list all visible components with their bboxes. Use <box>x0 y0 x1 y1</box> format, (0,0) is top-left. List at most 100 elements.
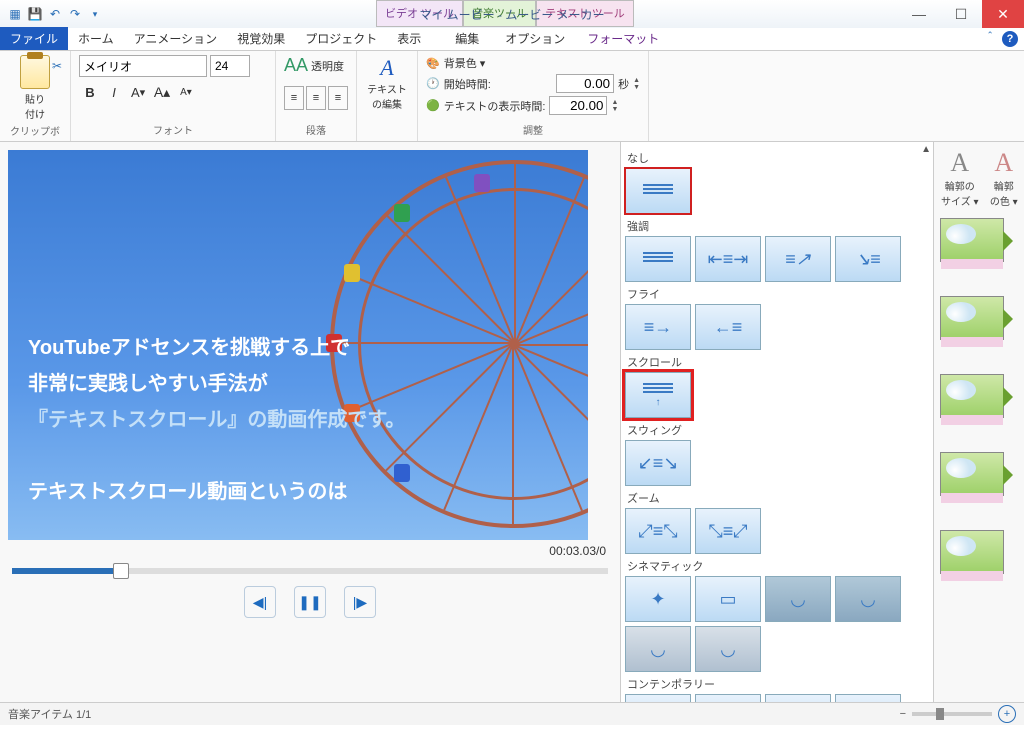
next-frame-button[interactable]: |▶ <box>344 586 376 618</box>
status-text: 音楽アイテム 1/1 <box>8 706 91 722</box>
effect-item[interactable]: ▭ <box>695 576 761 622</box>
italic-button[interactable]: I <box>103 81 125 103</box>
overlay-line-4: テキストスクロール動画というのは <box>28 474 405 510</box>
shrink-font-button[interactable]: A▾ <box>175 81 197 103</box>
effect-item[interactable]: ≡← <box>765 694 831 702</box>
start-time-input[interactable] <box>556 74 614 93</box>
start-time-spinner[interactable]: ▲▼ <box>633 77 640 91</box>
effect-item[interactable] <box>625 236 691 282</box>
zoom-in-button[interactable]: + <box>998 705 1016 723</box>
effect-item[interactable]: ◡ <box>625 626 691 672</box>
effect-item[interactable]: ⤡≡⤢ <box>695 508 761 554</box>
scrub-bar[interactable] <box>12 568 608 574</box>
effect-item[interactable]: ⇤≡⇥ <box>695 236 761 282</box>
effect-item[interactable]: ↘≡ <box>835 236 901 282</box>
duration-spinner[interactable]: ▲▼ <box>611 99 618 113</box>
effect-cat-swing: スウィング <box>627 422 927 438</box>
playback-controls: ◀| ❚❚ |▶ <box>8 586 612 618</box>
minimize-button[interactable]: — <box>898 0 940 28</box>
effect-item[interactable]: ≡ <box>695 694 761 702</box>
effect-item[interactable]: ↓≡ <box>625 694 691 702</box>
tab-file[interactable]: ファイル <box>0 27 68 50</box>
align-left-button[interactable]: ≡ <box>284 86 304 110</box>
timeline-clip[interactable] <box>940 452 1004 496</box>
main-area: YouTubeアドセンスを挑戦する上で 非常に実践しやすい手法が 『テキストスク… <box>0 142 1024 702</box>
format-buttons: B I A▾ A▴ A▾ <box>79 81 267 103</box>
effect-none[interactable] <box>625 168 691 214</box>
timeline-clip[interactable] <box>940 218 1004 262</box>
group-font-label: フォント <box>79 120 267 137</box>
outline-size-button[interactable]: A輪郭の サイズ ▾ <box>940 148 980 208</box>
effect-item[interactable]: ◡ <box>765 576 831 622</box>
tab-audio-options[interactable]: オプション <box>495 27 575 50</box>
tab-view[interactable]: 表示 <box>387 27 431 50</box>
text-edit-button[interactable]: テキスト の編集 <box>365 81 409 111</box>
bgcolor-button[interactable]: 背景色 ▾ <box>444 55 486 71</box>
duration-input[interactable] <box>549 96 607 115</box>
video-text-overlay: YouTubeアドセンスを挑戦する上で 非常に実践しやすい手法が 『テキストスク… <box>28 330 405 510</box>
start-time-label: 開始時間: <box>444 76 491 92</box>
zoom-slider[interactable] <box>912 712 992 716</box>
align-center-button[interactable]: ≡ <box>306 86 326 110</box>
effect-item[interactable]: ◡ <box>695 626 761 672</box>
effect-cat-emphasis: 強調 <box>627 218 927 234</box>
timeline-pane: A輪郭の サイズ ▾ A輪郭 の色 ▾ <box>933 142 1024 702</box>
tab-home[interactable]: ホーム <box>68 27 124 50</box>
align-right-button[interactable]: ≡ <box>328 86 348 110</box>
effect-item[interactable]: ◡ <box>835 576 901 622</box>
help-button[interactable]: ? <box>1002 31 1018 47</box>
effect-cat-cinematic: シネマティック <box>627 558 927 574</box>
outline-color-button[interactable]: A輪郭 の色 ▾ <box>990 148 1018 208</box>
titlebar: ▦ 💾 ↶ ↷ ▾ ビデオ ツール 音楽ツール テキスト ツール マイ ムービー… <box>0 0 1024 28</box>
timeline-clip[interactable] <box>940 296 1004 340</box>
tab-project[interactable]: プロジェクト <box>295 27 387 50</box>
zoom-out-button[interactable]: − <box>900 708 906 720</box>
effects-scroll-up-icon[interactable]: ▲ <box>921 144 931 155</box>
effects-panel[interactable]: なし 強調 ⇤≡⇥≡↗↘≡ フライ ≡→←≡ スクロール ↑ スウィング ↙≡↘… <box>620 142 933 702</box>
timeline-clip[interactable] <box>940 374 1004 418</box>
qat-icon[interactable]: ▦ <box>6 5 24 23</box>
undo-icon[interactable]: ↶ <box>46 5 64 23</box>
effect-item[interactable]: ←≡ <box>695 304 761 350</box>
cut-icon[interactable] <box>48 57 66 75</box>
save-icon[interactable]: 💾 <box>26 5 44 23</box>
close-button[interactable]: ✕ <box>982 0 1024 28</box>
bold-button[interactable]: B <box>79 81 101 103</box>
overlay-line-3: 『テキストスクロール』の動画作成です。 <box>28 402 405 438</box>
redo-icon[interactable]: ↷ <box>66 5 84 23</box>
collapse-ribbon-icon[interactable]: ＾ <box>984 30 996 47</box>
effect-item[interactable]: ↙≡↘ <box>625 440 691 486</box>
maximize-button[interactable]: ☐ <box>940 0 982 28</box>
clock-icon: 🕐 <box>426 77 440 90</box>
tab-animation[interactable]: アニメーション <box>124 27 228 50</box>
effect-cat-scroll: スクロール <box>627 354 927 370</box>
tab-video-edit[interactable]: 編集 <box>445 27 489 50</box>
prev-frame-button[interactable]: ◀| <box>244 586 276 618</box>
tab-visual[interactable]: 視覚効果 <box>227 27 295 50</box>
paste-label: 貼り 付け <box>25 91 45 121</box>
qat-dropdown-icon[interactable]: ▾ <box>86 5 104 23</box>
scrub-handle[interactable] <box>113 563 129 579</box>
tab-text-format[interactable]: フォーマット <box>577 27 669 50</box>
timeline-clip[interactable] <box>940 530 1004 574</box>
effect-item[interactable]: ≡→ <box>625 304 691 350</box>
ribbon-tabs: ファイル ホーム アニメーション 視覚効果 プロジェクト 表示 編集 オプション… <box>0 28 1024 51</box>
effect-item[interactable]: ✦ <box>625 576 691 622</box>
text-edit-icon: A <box>365 55 409 81</box>
zoom-controls: − + <box>900 705 1016 723</box>
font-name-input[interactable] <box>79 55 207 77</box>
pause-button[interactable]: ❚❚ <box>294 586 326 618</box>
duration-icon: 🟢 <box>426 99 440 112</box>
effect-item[interactable]: ≡ <box>835 694 901 702</box>
effect-item[interactable]: ⤢≡⤡ <box>625 508 691 554</box>
bgcolor-icon: 🎨 <box>426 57 440 70</box>
transparency-label[interactable]: 透明度 <box>311 58 344 74</box>
overlay-line-1: YouTubeアドセンスを挑戦する上で <box>28 330 405 366</box>
effect-cat-contemporary: コンテンポラリー <box>627 676 927 692</box>
window-controls: — ☐ ✕ <box>898 0 1024 28</box>
effect-scroll-selected[interactable]: ↑ <box>625 372 691 418</box>
font-color-button[interactable]: A▾ <box>127 81 149 103</box>
effect-item[interactable]: ≡↗ <box>765 236 831 282</box>
font-size-input[interactable] <box>210 55 250 77</box>
grow-font-button[interactable]: A▴ <box>151 81 173 103</box>
